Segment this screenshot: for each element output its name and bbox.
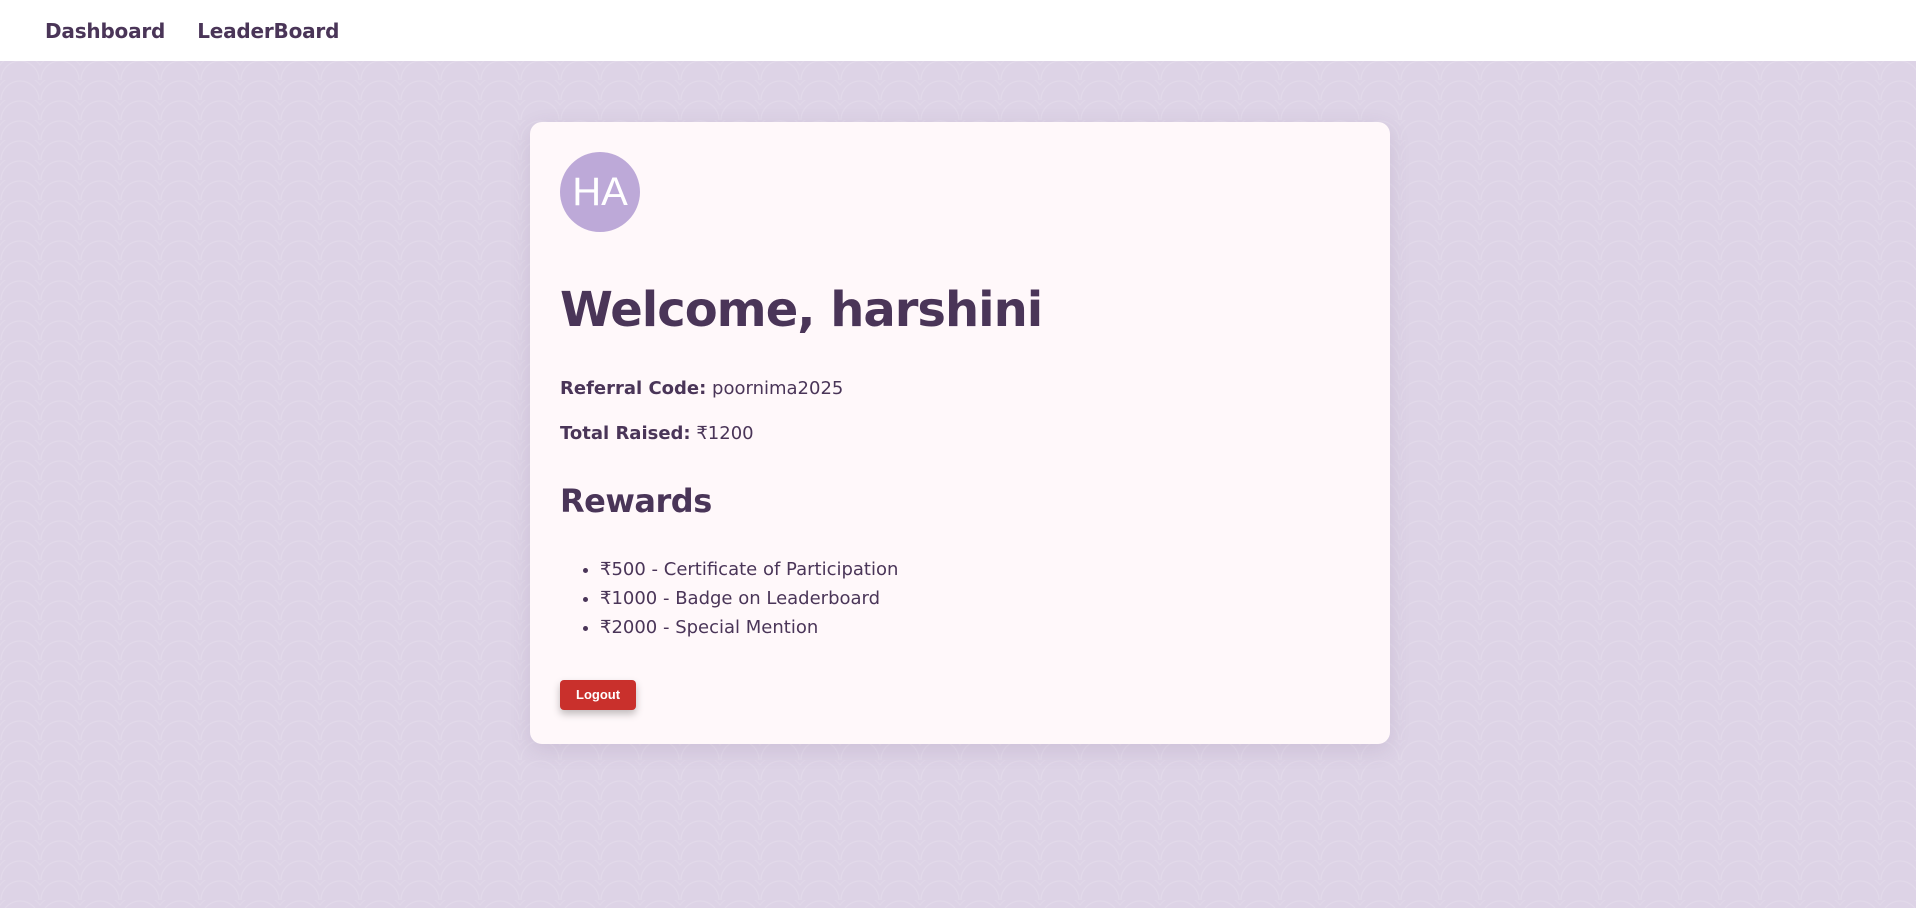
total-raised-label: Total Raised: [560,423,691,445]
avatar: HA [560,152,640,232]
nav-leaderboard-link[interactable]: LeaderBoard [197,19,339,43]
rewards-heading: Rewards [560,481,712,520]
nav-dashboard-link[interactable]: Dashboard [45,19,165,43]
list-item: ₹2000 - Special Mention [600,613,1360,642]
total-raised-line: Total Raised: ₹1200 [560,422,1360,445]
total-raised-value: ₹1200 [696,423,754,445]
rewards-list: ₹500 - Certificate of Participation ₹100… [560,555,1360,642]
referral-code-line: Referral Code: poornima2025 [560,377,1360,400]
top-navbar: Dashboard LeaderBoard [0,0,1916,61]
referral-code-value: poornima2025 [712,377,844,399]
list-item: ₹500 - Certificate of Participation [600,555,1360,584]
list-item: ₹1000 - Badge on Leaderboard [600,584,1360,613]
referral-code-label: Referral Code: [560,377,707,399]
logout-button[interactable]: Logout [560,679,637,710]
welcome-heading: Welcome, harshini [560,282,1043,338]
profile-card: HA Welcome, harshini Referral Code: poor… [530,122,1390,744]
